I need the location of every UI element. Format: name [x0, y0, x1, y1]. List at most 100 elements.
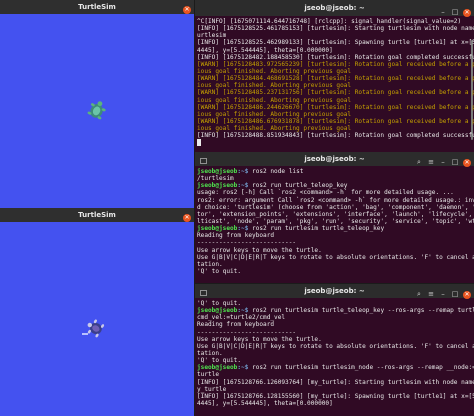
terminal-output[interactable]: 'Q' to quit. jseob@jseob:~$ ros2 run turt…: [195, 298, 474, 416]
prompt-path: :~$: [237, 307, 249, 315]
line-text: 4445], y=[5.544445], theta=[0.000000]: [197, 46, 333, 54]
terminal-line: ^C[INFO] [1675071114.644716748] [rclcpp]…: [197, 18, 472, 25]
line-text: ros2 run turtlesim turtle_teleop_key: [248, 225, 385, 233]
line-text: [WARN] [1675128486.676931878] [turtlesim…: [197, 117, 474, 125]
turtlesim-canvas[interactable]: [0, 222, 194, 416]
close-icon[interactable]: ✕: [183, 6, 191, 14]
terminal-line: Use arrow keys to move the turtle.: [197, 336, 472, 343]
terminal-line: tor', 'extension_points', 'extensions', …: [197, 211, 472, 218]
line-text: [INFO] [1675128766.126093764] [my_turtle…: [197, 378, 474, 386]
line-text: [INFO] [1675128488.851934843] [turtlesim…: [197, 132, 474, 140]
minimize-icon[interactable]: –: [439, 158, 447, 166]
line-text: [WARN] [1675128484.468691528] [turtlesim…: [197, 75, 474, 83]
terminal-output[interactable]: ^C[INFO] [1675071114.644716748] [rclcpp]…: [195, 16, 474, 152]
line-text: 'Q' to quit.: [197, 267, 242, 275]
turtlesim-canvas[interactable]: [0, 14, 194, 208]
terminal-line: tation.: [197, 261, 472, 268]
line-text: ros2: error: argument Call `ros2 <comman…: [197, 196, 474, 204]
minimize-icon[interactable]: –: [439, 290, 447, 298]
line-text: ---------------------------: [197, 328, 297, 336]
prompt-user: jseob@jseob: [197, 225, 238, 233]
terminal-line: Use arrow keys to move the turtle.: [197, 247, 472, 254]
new-tab-icon[interactable]: [200, 287, 207, 296]
maximize-icon[interactable]: □: [451, 8, 459, 16]
terminal-titlebar[interactable]: jseob@jseob: ~ ⌕ ≡ – □ ✕: [195, 152, 474, 167]
new-tab-icon[interactable]: [200, 155, 207, 164]
search-icon[interactable]: ⌕: [415, 290, 423, 298]
line-text: [INFO] [1675128766.128155560] [my_turtle…: [197, 392, 474, 400]
line-text: d choice: 'turtlesim' (choose from 'acti…: [197, 203, 474, 211]
terminal-line: [WARN] [1675128486.676931878] [turtlesim…: [197, 117, 474, 125]
terminal-line: ros2: error: argument Call `ros2 <comman…: [197, 196, 474, 204]
prompt-user: jseob@jseob: [197, 307, 238, 315]
prompt-user: jseob@jseob: [197, 364, 238, 372]
terminal-line: [WARN] [1675128483.972565239] [turtlesim…: [197, 60, 474, 68]
close-icon[interactable]: ✕: [183, 214, 191, 222]
terminal-output[interactable]: jseob@jseob:~$ ros2 node list/turtlesim j…: [195, 166, 474, 283]
turtlesim-titlebar[interactable]: TurtleSim ✕: [0, 0, 194, 14]
minimize-icon[interactable]: –: [439, 8, 447, 16]
line-text: cmd_vel:=turtle2/cmd_vel: [197, 314, 286, 322]
terminal-line: [WARN] [1675128486.244626670] [turtlesim…: [197, 103, 474, 111]
terminal-title: jseob@jseob: ~: [304, 4, 365, 12]
line-text: Use arrow keys to move the turtle.: [197, 335, 322, 343]
line-text: [INFO] [1675128525.462989133] [turtlesim…: [197, 39, 474, 47]
terminal-line: urtlesim: [197, 32, 472, 39]
line-text: 'Q' to quit.: [197, 300, 242, 307]
line-text: [WARN] [1675128483.972565239] [turtlesim…: [197, 60, 474, 68]
line-text: [INFO] [1675128482.188458530] [turtlesim…: [197, 53, 474, 61]
line-text: ious goal finished. Aborting previous go…: [197, 110, 352, 118]
line-text: tation.: [197, 349, 223, 357]
line-text: Use G|B|V|C|D|E|R|T keys to rotate to ab…: [197, 342, 474, 350]
maximize-icon[interactable]: □: [451, 158, 459, 166]
terminal-line: ious goal finished. Aborting previous go…: [197, 125, 472, 132]
terminal-window-2: jseob@jseob: ~ ⌕ ≡ – □ ✕ jseob@jseob:~$ ros2…: [195, 152, 474, 283]
maximize-icon[interactable]: □: [451, 290, 459, 298]
line-text: ious goal finished. Aborting previous go…: [197, 82, 352, 90]
prompt-path: :~$: [237, 364, 249, 372]
line-text: 4445], y=[5.544445], theta=[0.000000]: [197, 399, 333, 407]
line-text: ros2 run turtlesim turtle_teleop_key --r…: [248, 307, 474, 315]
line-text: tation.: [197, 260, 223, 268]
terminal-line: ious goal finished. Aborting previous go…: [197, 82, 472, 89]
terminal-title: jseob@jseob: ~: [304, 155, 365, 163]
terminal-line: ---------------------------: [197, 329, 472, 336]
line-text: [WARN] [1675128486.244626670] [turtlesim…: [197, 103, 474, 111]
terminal-line: [INFO] [1675128488.851934843] [turtlesim…: [197, 132, 474, 140]
turtlesim-titlebar[interactable]: TurtleSim ✕: [0, 208, 194, 222]
line-text: ^C[INFO] [1675071114.644716748] [rclcpp]…: [197, 18, 462, 25]
line-text: ros2 node list: [248, 168, 304, 175]
line-text: y_turtle: [197, 385, 227, 393]
terminal-line: ious goal finished. Aborting previous go…: [197, 97, 472, 104]
line-text: Reading from keyboard: [197, 232, 275, 240]
menu-icon[interactable]: ≡: [427, 158, 435, 166]
terminal-line: 4445], y=[5.544445], theta=[0.000000]: [197, 400, 472, 407]
terminal-line: [INFO] [1675128766.126093764] [my_turtle…: [197, 378, 474, 386]
terminal-line: turtle: [197, 371, 472, 378]
terminal-line: [WARN] [1675128485.237131756] [turtlesim…: [197, 89, 474, 96]
menu-icon[interactable]: ≡: [427, 290, 435, 298]
terminal-line: jseob@jseob:~$ ros2 run turtlesim turtle…: [197, 364, 474, 372]
prompt-path: :~$: [237, 168, 249, 175]
line-text: lticast', 'node', 'param', 'pkg', 'run',…: [197, 217, 474, 225]
text-cursor: [197, 139, 201, 147]
terminal-line: [WARN] [1675128484.468691528] [turtlesim…: [197, 75, 474, 83]
line-text: ---------------------------: [197, 239, 297, 247]
terminal-window-3: jseob@jseob: ~ ⌕ ≡ – □ ✕ 'Q' to quit. jseob@j…: [195, 284, 474, 416]
line-text: Use G|B|V|C|D|E|R|T keys to rotate to ab…: [197, 253, 474, 261]
terminal-line: Use G|B|V|C|D|E|R|T keys to rotate to ab…: [197, 253, 474, 261]
line-text: ious goal finished. Aborting previous go…: [197, 125, 352, 133]
turtlesim-window-bottom: TurtleSim ✕: [0, 208, 194, 416]
prompt-path: :~$: [237, 225, 249, 233]
terminal-line: tation.: [197, 350, 472, 357]
line-text: [INFO] [1675128525.461785153] [turtlesim…: [197, 25, 474, 33]
terminal-line: jseob@jseob:~$ ros2 node list: [197, 168, 472, 175]
line-text: ious goal finished. Aborting previous go…: [197, 96, 352, 104]
terminal-titlebar[interactable]: jseob@jseob: ~ ⌕ ≡ – □ ✕: [195, 284, 474, 299]
terminal-line: ---------------------------: [197, 239, 472, 246]
line-text: ros2 run turtlesim turtlesim_node --ros-…: [248, 364, 474, 372]
search-icon[interactable]: ⌕: [415, 158, 423, 166]
terminal-titlebar[interactable]: jseob@jseob: ~ – □ ✕: [195, 0, 474, 17]
terminal-line: y_turtle: [197, 386, 472, 393]
terminal-line: d choice: 'turtlesim' (choose from 'acti…: [197, 203, 474, 211]
